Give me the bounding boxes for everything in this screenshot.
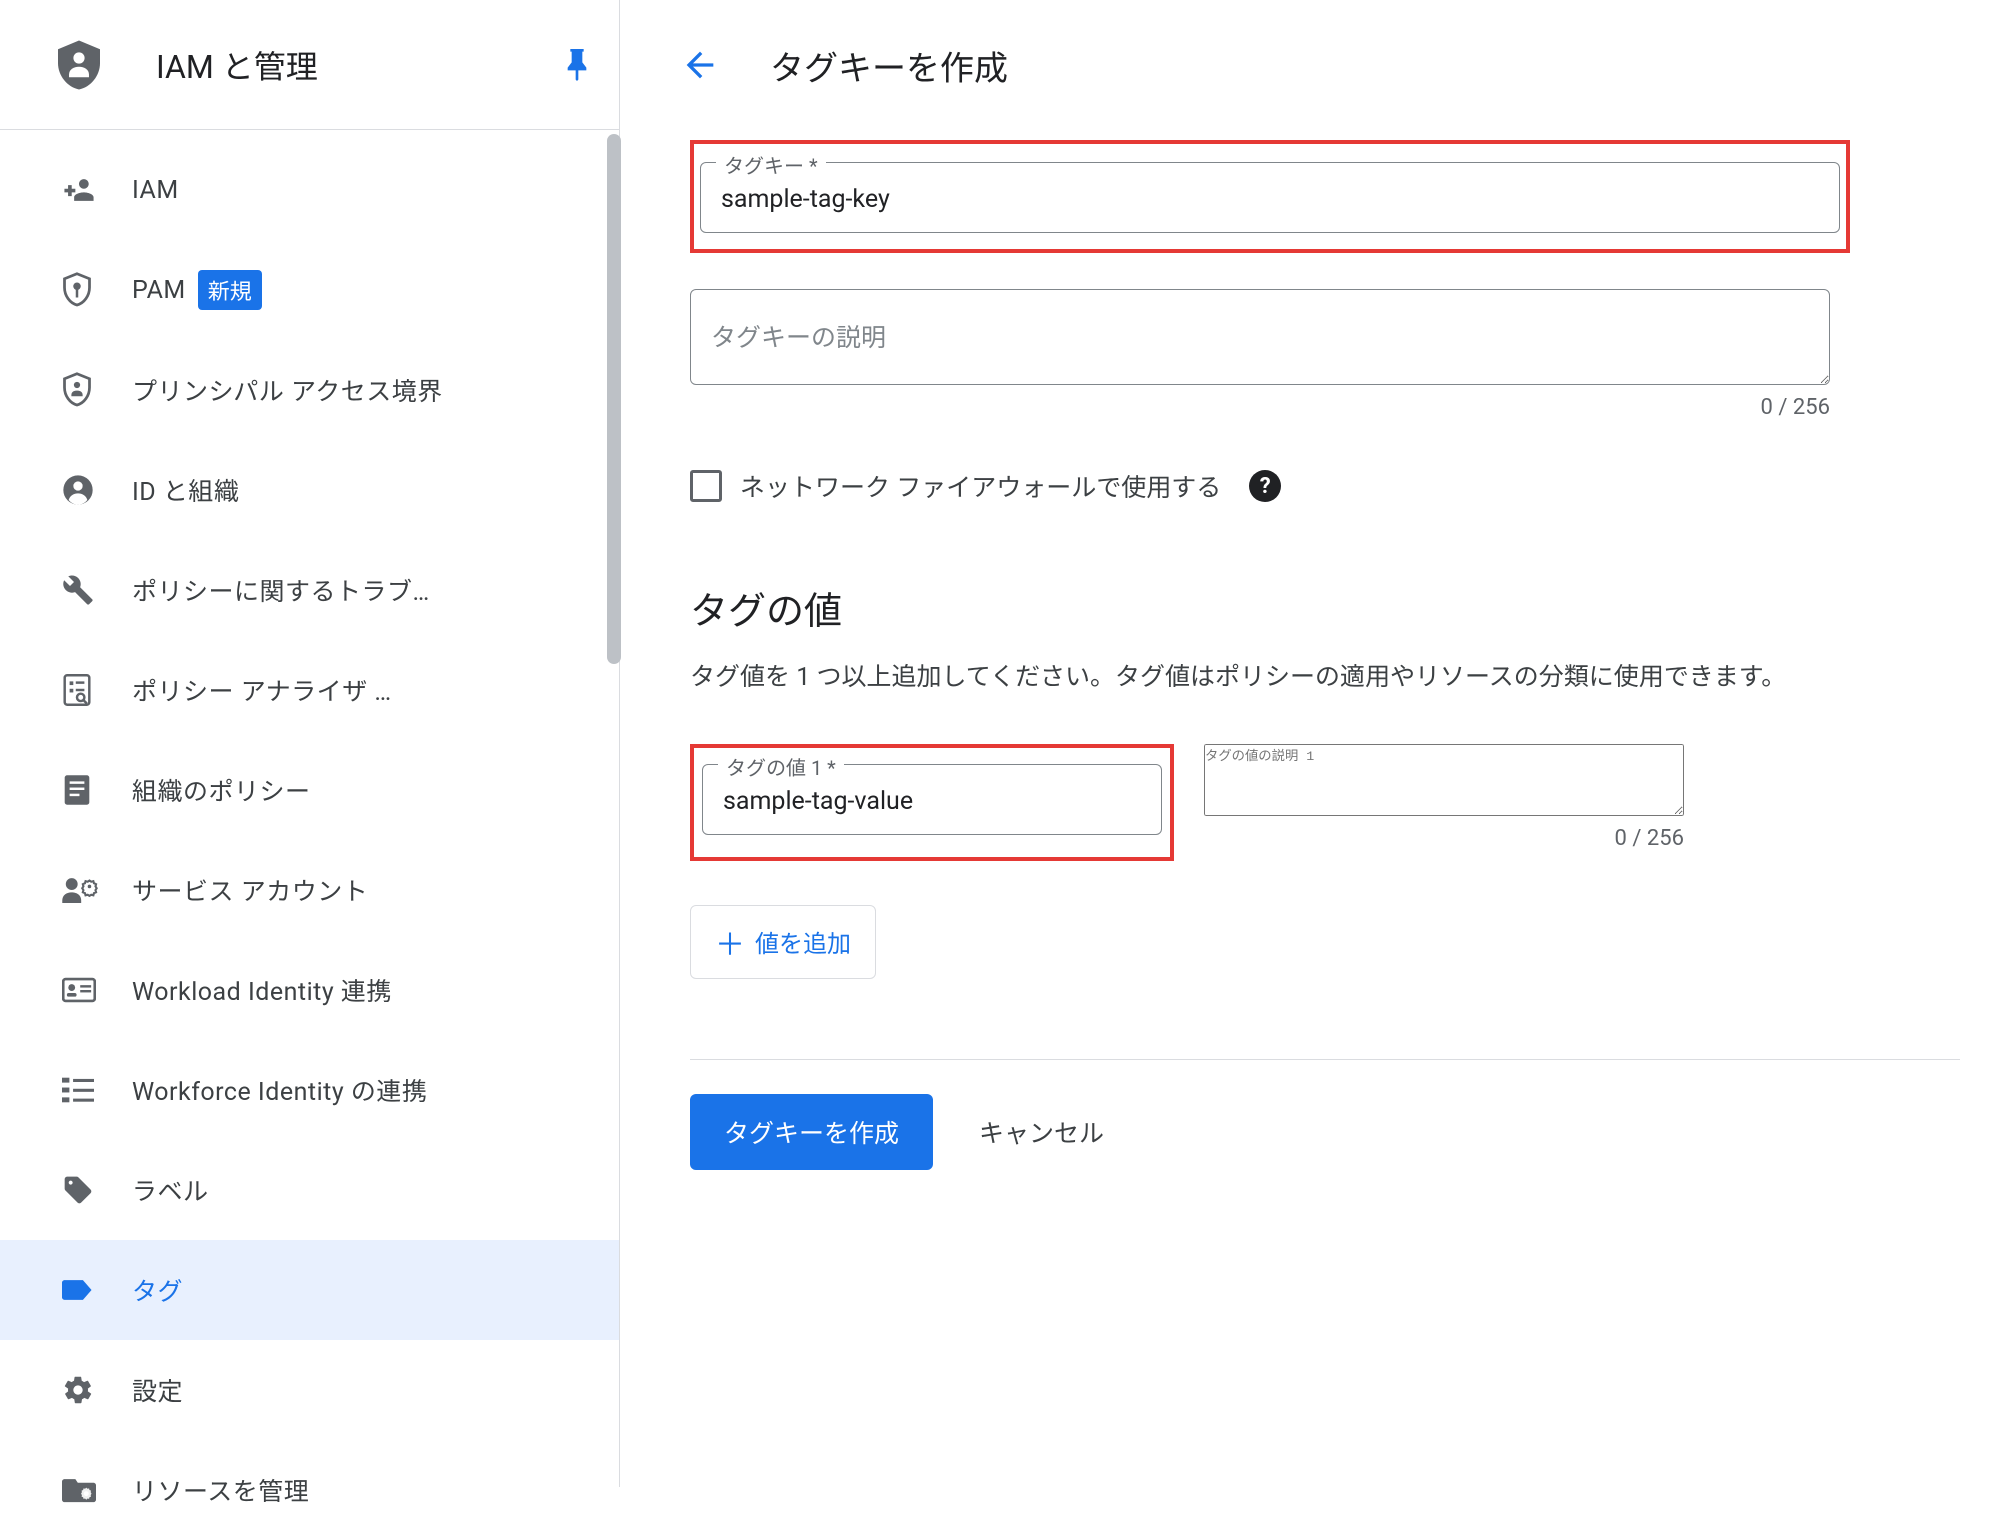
sidebar-item-label: PAM	[132, 276, 186, 305]
sidebar-item-workforce-identity[interactable]: Workforce Identity の連携	[0, 1040, 619, 1140]
service-account-icon	[62, 877, 132, 903]
tag-value-1-label: タグの値 1 *	[718, 752, 844, 781]
tag-icon	[62, 1174, 132, 1206]
add-user-icon	[62, 176, 132, 204]
sidebar-nav: IAM PAM 新規 プリンシパル アクセス境界 ID と組織	[0, 130, 619, 1540]
account-circle-icon	[62, 474, 132, 506]
create-tag-key-button[interactable]: タグキーを作成	[690, 1094, 933, 1170]
sidebar-item-labels[interactable]: ラベル	[0, 1140, 619, 1240]
highlight-tag-key: タグキー *	[690, 140, 1850, 253]
tag-key-desc-count: 0 / 256	[690, 395, 1830, 420]
tag-values-title: タグの値	[690, 580, 1960, 635]
tag-value-1-field-wrap: タグの値 1 *	[702, 764, 1162, 835]
folder-settings-icon	[62, 1476, 132, 1504]
sidebar-item-identity-org[interactable]: ID と組織	[0, 440, 619, 540]
main-panel: タグキーを作成 タグキー * 0 / 256 ネットワーク ファイアウォール	[620, 0, 2000, 1487]
label-icon	[62, 1277, 132, 1303]
sidebar-item-org-policy[interactable]: 組織のポリシー	[0, 740, 619, 840]
sidebar-item-workload-identity[interactable]: Workload Identity 連携	[0, 940, 619, 1040]
sidebar-item-policy-analyzer[interactable]: ポリシー アナライザ …	[0, 640, 619, 740]
firewall-checkbox[interactable]	[690, 470, 722, 502]
sidebar-item-iam[interactable]: IAM	[0, 140, 619, 240]
sidebar-item-label: IAM	[132, 176, 179, 205]
firewall-checkbox-row: ネットワーク ファイアウォールで使用する ?	[690, 468, 1960, 504]
tag-key-desc-input[interactable]	[690, 289, 1830, 385]
plus-icon: ＋	[715, 920, 745, 964]
sidebar-item-label: ポリシーに関するトラブ…	[132, 572, 430, 608]
card-icon	[62, 977, 132, 1003]
iam-admin-icon	[58, 40, 128, 90]
shield-account-icon	[62, 372, 132, 408]
tag-key-input[interactable]	[700, 162, 1840, 233]
sidebar-item-settings[interactable]: 設定	[0, 1340, 619, 1440]
sidebar-item-label: 組織のポリシー	[132, 772, 311, 808]
add-value-button[interactable]: ＋ 値を追加	[690, 905, 876, 979]
tag-value-1-desc-wrap: 0 / 256	[1204, 744, 1684, 851]
tag-value-1-desc-input[interactable]	[1204, 744, 1684, 816]
shield-key-icon	[62, 272, 132, 308]
sidebar-item-principal-access[interactable]: プリンシパル アクセス境界	[0, 340, 619, 440]
tag-value-1-desc-count: 0 / 256	[1204, 826, 1684, 851]
page-title: タグキーを作成	[770, 41, 1008, 90]
tag-key-label: タグキー *	[716, 150, 826, 179]
article-icon	[62, 774, 132, 806]
list-icon	[62, 1077, 132, 1103]
analyze-icon	[62, 674, 132, 706]
sidebar-item-label: ID と組織	[132, 472, 239, 508]
sidebar-title: IAM と管理	[156, 42, 565, 88]
sidebar-item-manage-resources[interactable]: リソースを管理	[0, 1440, 619, 1540]
tag-key-desc-wrap	[690, 289, 1960, 389]
sidebar-item-label: ポリシー アナライザ …	[132, 672, 392, 708]
sidebar-item-label: Workforce Identity の連携	[132, 1072, 427, 1108]
sidebar-item-label: 設定	[132, 1372, 183, 1408]
form-footer: タグキーを作成 キャンセル	[690, 1059, 1960, 1204]
sidebar: IAM と管理 IAM PAM 新規	[0, 0, 620, 1487]
sidebar-item-label: プリンシパル アクセス境界	[132, 372, 443, 408]
sidebar-item-service-account[interactable]: サービス アカウント	[0, 840, 619, 940]
sidebar-item-policy-trouble[interactable]: ポリシーに関するトラブ…	[0, 540, 619, 640]
highlight-tag-value: タグの値 1 *	[690, 744, 1174, 861]
new-badge: 新規	[198, 270, 262, 310]
sidebar-item-tags[interactable]: タグ	[0, 1240, 619, 1340]
sidebar-item-label: サービス アカウント	[132, 872, 368, 908]
sidebar-item-label: ラベル	[132, 1172, 209, 1208]
back-arrow-icon[interactable]	[680, 45, 720, 85]
tag-value-row-1: タグの値 1 * 0 / 256	[690, 744, 1960, 861]
tag-key-field-wrap: タグキー *	[700, 162, 1840, 233]
sidebar-header: IAM と管理	[0, 0, 619, 130]
firewall-checkbox-label: ネットワーク ファイアウォールで使用する	[740, 468, 1221, 504]
main-header: タグキーを作成	[660, 0, 2000, 130]
sidebar-item-label: Workload Identity 連携	[132, 972, 392, 1008]
gear-icon	[62, 1374, 132, 1406]
sidebar-item-label: タグ	[132, 1272, 183, 1308]
sidebar-item-label: リソースを管理	[132, 1472, 309, 1508]
wrench-icon	[62, 574, 132, 606]
tag-values-description: タグ値を 1 つ以上追加してください。タグ値はポリシーの適用やリソースの分類に使…	[690, 657, 1830, 700]
help-icon[interactable]: ?	[1249, 470, 1281, 502]
sidebar-item-pam[interactable]: PAM 新規	[0, 240, 619, 340]
cancel-button[interactable]: キャンセル	[979, 1114, 1104, 1150]
pin-icon[interactable]	[565, 49, 589, 81]
add-value-label: 値を追加	[755, 924, 851, 959]
